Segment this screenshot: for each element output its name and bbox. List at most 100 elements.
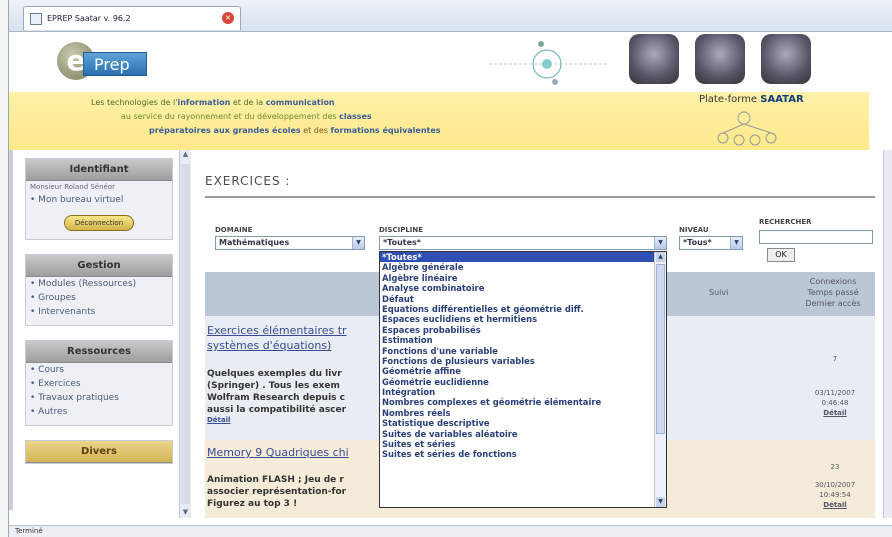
user-name: Monsieur Roland Sénéor <box>30 183 116 191</box>
dropdown-option[interactable]: Intégration <box>380 387 666 397</box>
sidebar-item-intervenants[interactable]: • Intervenants <box>26 305 172 319</box>
domaine-select[interactable]: Mathématiques ▼ <box>215 236 365 250</box>
tagline-line-1: Les technologies de l'information et de … <box>91 98 335 107</box>
domaine-label: DOMAINE <box>215 226 253 234</box>
stat-detail-link[interactable]: Détail <box>795 408 875 418</box>
dropdown-option[interactable]: Estimation <box>380 335 666 345</box>
stat-detail-link[interactable]: Détail <box>795 500 875 510</box>
tab-bar: EPREP Saatar v. 96.2 × <box>9 0 892 32</box>
identifiant-box: Identifiant Monsieur Roland Sénéor • Mon… <box>25 158 173 240</box>
tagline-segment: au service du rayonnement et du développ… <box>121 112 340 121</box>
last-access-time: 0:46:48 <box>821 399 849 407</box>
discipline-select[interactable]: *Toutes* ▼ <box>379 236 667 250</box>
dropdown-scrollbar[interactable]: ▲ ▼ <box>654 252 666 507</box>
eprep-logo[interactable]: e Prep <box>57 42 153 82</box>
gestion-title: Gestion <box>26 255 172 277</box>
col-stats: Connexions Temps passé Dernier accès <box>805 277 861 308</box>
dropdown-option[interactable]: Espaces euclidiens et hermitiens <box>380 314 666 324</box>
logout-button[interactable]: Déconnection <box>64 215 134 231</box>
dropdown-option[interactable]: Nombres réels <box>380 408 666 418</box>
tagline-segment: de l' <box>160 98 178 107</box>
dropdown-option[interactable]: Analyse combinatoire <box>380 283 666 293</box>
sidebar-item-groupes[interactable]: • Groupes <box>26 291 172 305</box>
tagline-segment: Les technologies <box>91 98 161 107</box>
title-divider <box>205 196 875 198</box>
dropdown-option[interactable]: Equations différentielles et géométrie d… <box>380 304 666 314</box>
sidebar: Identifiant Monsieur Roland Sénéor • Mon… <box>25 158 173 478</box>
exercise-title-link[interactable]: Memory 9 Quadriques chi <box>207 446 349 459</box>
search-label: RECHERCHER <box>759 218 812 226</box>
exercise-desc-line: Quelques exemples du livr <box>207 369 342 379</box>
dropdown-option[interactable]: Nombres complexes et géométrie élémentai… <box>380 397 666 407</box>
exercise-title-link-cont[interactable]: systèmes d'équations) <box>207 339 331 352</box>
niveau-select[interactable]: *Tous* ▼ <box>679 236 743 250</box>
platform-label: Plate-forme SAATAR <box>699 94 804 105</box>
exercise-desc-line: aussi la compatibilité ascer <box>207 405 347 415</box>
close-tab-icon[interactable]: × <box>222 12 234 24</box>
browser-window: EPREP Saatar v. 96.2 × e Prep Les techno… <box>8 0 892 537</box>
dropdown-option[interactable]: Suites et séries <box>380 439 666 449</box>
dropdown-option[interactable]: Algèbre linéaire <box>380 273 666 283</box>
last-access-date: 03/11/2007 <box>814 389 856 397</box>
photo-building <box>761 34 811 84</box>
dropdown-option[interactable]: Suites et séries de fonctions <box>380 449 666 459</box>
dropdown-option[interactable]: Espaces probabilisés <box>380 325 666 335</box>
tagline-segment: et de la <box>230 98 266 107</box>
dropdown-option[interactable]: Fonctions de plusieurs variables <box>380 356 666 366</box>
chevron-down-icon[interactable]: ▼ <box>352 237 364 249</box>
chevron-down-icon[interactable]: ▼ <box>654 237 666 249</box>
tagline-segment: classes <box>339 112 372 121</box>
scroll-thumb[interactable] <box>181 164 190 504</box>
dropdown-option[interactable]: Suites de variables aléatoire <box>380 429 666 439</box>
site-header: e Prep <box>9 32 869 92</box>
connexions-count: 23 <box>830 463 840 471</box>
dropdown-option[interactable]: *Toutes* <box>380 252 666 263</box>
gestion-box: Gestion • Modules (Ressources) • Groupes… <box>25 254 173 326</box>
page-icon <box>30 12 42 25</box>
dropdown-options: *Toutes* Algèbre générale Algèbre linéaire… <box>380 252 666 460</box>
chevron-down-icon[interactable]: ▼ <box>730 237 742 249</box>
tagline-banner: Les technologies de l'information et de … <box>9 92 869 150</box>
ok-button[interactable]: OK <box>767 248 795 262</box>
search-input[interactable] <box>759 230 873 244</box>
page-title: EXERCICES : <box>205 174 291 188</box>
sidebar-scrollbar[interactable]: ▲ ▼ <box>179 150 191 518</box>
status-bar: Terminé <box>9 525 892 537</box>
dropdown-option[interactable]: Géométrie euclidienne <box>380 377 666 387</box>
dropdown-option[interactable]: Statistique descriptive <box>380 418 666 428</box>
tagline-segment: formations équivalentes <box>330 126 441 135</box>
detail-link[interactable]: Détail <box>207 416 230 424</box>
dropdown-option[interactable]: Fonctions d'une variable <box>380 346 666 356</box>
last-access-time: 10:49:54 <box>819 491 851 499</box>
dropdown-option[interactable]: Algèbre générale <box>380 262 666 272</box>
dropdown-scroll-thumb[interactable] <box>656 264 665 434</box>
platform-network-icon <box>717 111 777 146</box>
page-scrollbar[interactable] <box>883 150 892 518</box>
connexions-count: 7 <box>832 355 838 363</box>
sidebar-item-cours[interactable]: • Cours <box>26 363 172 377</box>
scroll-down-icon[interactable]: ▼ <box>181 508 190 518</box>
ressources-box: Ressources • Cours • Exercices • Travaux… <box>25 340 173 426</box>
tagline-line-3: préparatoires aux grandes écoles et des … <box>149 126 441 135</box>
sidebar-item-exercices[interactable]: • Exercices <box>26 377 172 391</box>
sidebar-item-autres[interactable]: • Autres <box>26 405 172 419</box>
last-access-date: 30/10/2007 <box>814 481 856 489</box>
sidebar-item-modules[interactable]: • Modules (Ressources) <box>26 277 172 291</box>
identifiant-title: Identifiant <box>26 159 172 181</box>
scroll-up-icon[interactable]: ▲ <box>181 150 190 160</box>
photo-classroom <box>695 34 745 84</box>
scroll-up-icon[interactable]: ▲ <box>656 252 665 262</box>
tab-title: EPREP Saatar v. 96.2 <box>47 14 131 23</box>
discipline-dropdown-list[interactable]: *Toutes* Algèbre générale Algèbre linéaire… <box>379 251 667 508</box>
tagline-segment: communication <box>265 98 335 107</box>
left-edge <box>9 150 13 510</box>
scroll-down-icon[interactable]: ▼ <box>656 497 665 507</box>
photo-students <box>629 34 679 84</box>
sidebar-item-tp[interactable]: • Travaux pratiques <box>26 391 172 405</box>
dropdown-option[interactable]: Défaut <box>380 294 666 304</box>
ressources-title: Ressources <box>26 341 172 363</box>
sidebar-item-bureau[interactable]: • Mon bureau virtuel <box>26 193 172 207</box>
dropdown-option[interactable]: Géométrie affine <box>380 366 666 376</box>
exercise-title-link[interactable]: Exercices élémentaires tr <box>207 324 347 337</box>
browser-tab[interactable]: EPREP Saatar v. 96.2 × <box>23 6 241 30</box>
